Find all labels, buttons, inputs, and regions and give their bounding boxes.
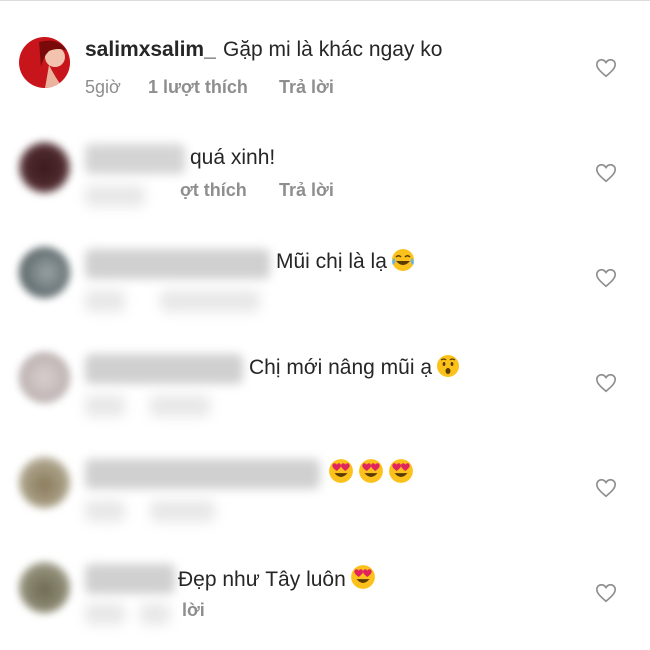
comment-username[interactable]: [85, 249, 270, 279]
avatar[interactable]: [19, 457, 70, 508]
top-divider: [0, 0, 650, 1]
heart-outline-icon[interactable]: [595, 162, 617, 184]
comment-username[interactable]: [85, 459, 320, 489]
face-with-tears-of-joy-icon: [391, 249, 414, 271]
reply-button[interactable]: Trả lời: [279, 77, 334, 98]
comment-item: Chị mới nâng mũi ạ: [0, 340, 650, 440]
reply-button[interactable]: [150, 500, 215, 522]
comment-likes-count[interactable]: ợt thích: [180, 180, 247, 201]
heart-eyes-icon: [359, 459, 383, 483]
avatar-image: [19, 37, 70, 88]
heart-outline-icon[interactable]: [595, 582, 617, 604]
comment-likes-count[interactable]: [160, 290, 260, 312]
heart-eyes-icon: [329, 459, 353, 483]
comment-text: quá xinh!: [190, 146, 276, 169]
reply-button[interactable]: Trả lời: [279, 180, 334, 201]
avatar[interactable]: [19, 562, 70, 613]
heart-outline-icon[interactable]: [595, 372, 617, 394]
comment-item: Đẹp như Tây luôn lời: [0, 550, 650, 650]
comment-username[interactable]: salimxsalim_: [85, 38, 216, 62]
comment-likes-count[interactable]: 1 lượt thích: [148, 77, 248, 98]
comment-likes-count[interactable]: [140, 603, 170, 625]
avatar[interactable]: [19, 247, 70, 298]
reply-button[interactable]: lời: [182, 600, 205, 621]
comment-item: salimxsalim_ Gặp mi là khác ngay ko 5giờ…: [0, 25, 650, 125]
comment-username[interactable]: [85, 354, 243, 384]
comment-text: [324, 458, 414, 486]
heart-outline-icon[interactable]: [595, 477, 617, 499]
heart-outline-icon[interactable]: [595, 57, 617, 79]
comment-username[interactable]: [85, 564, 175, 594]
comment-item: [0, 445, 650, 545]
comment-item: quá xinh! ợt thích Trả lời: [0, 130, 650, 230]
comment-text: Đẹp như Tây luôn: [178, 564, 376, 592]
comment-text: Mũi chị là lạ: [276, 248, 415, 274]
comment-timestamp[interactable]: [85, 603, 125, 625]
avatar[interactable]: [19, 37, 70, 88]
hushed-face-icon: [437, 355, 460, 377]
heart-eyes-icon: [350, 565, 375, 589]
comment-timestamp[interactable]: [85, 500, 125, 522]
comment-username[interactable]: [85, 144, 185, 174]
avatar[interactable]: [19, 352, 70, 403]
comment-timestamp[interactable]: 5giờ: [85, 77, 121, 98]
comment-text: Gặp mi là khác ngay ko: [223, 38, 443, 61]
heart-eyes-icon: [389, 459, 413, 483]
reply-button[interactable]: [150, 395, 210, 417]
comment-item: Mũi chị là lạ: [0, 235, 650, 335]
comment-timestamp[interactable]: [85, 395, 125, 417]
comment-text: Chị mới nâng mũi ạ: [249, 354, 460, 380]
comment-timestamp[interactable]: [85, 290, 125, 312]
comment-timestamp[interactable]: [85, 185, 145, 207]
heart-outline-icon[interactable]: [595, 267, 617, 289]
avatar[interactable]: [19, 142, 70, 193]
